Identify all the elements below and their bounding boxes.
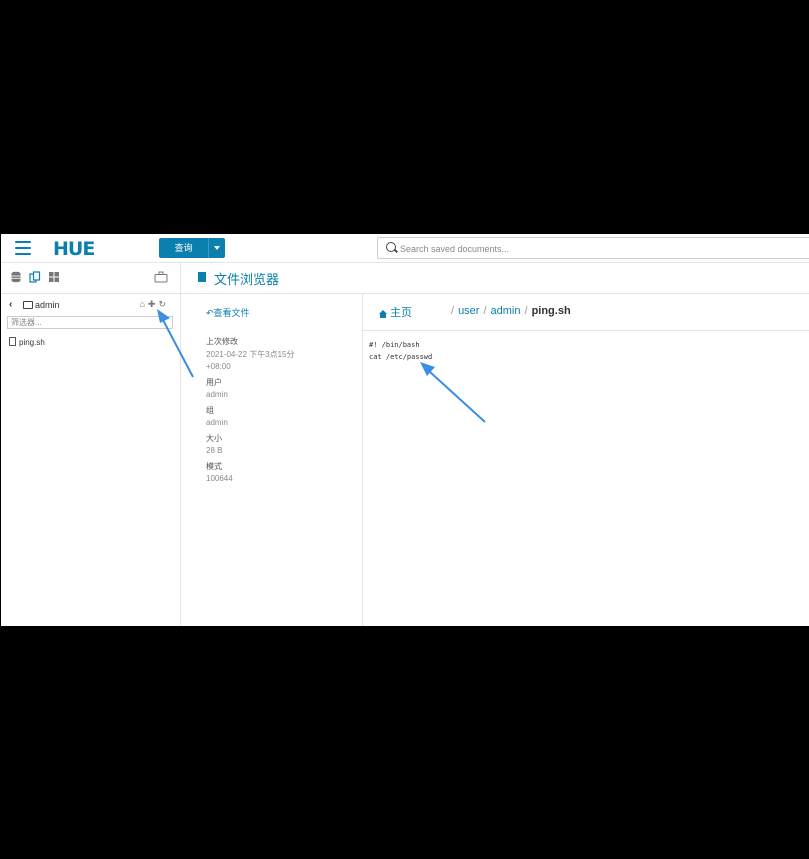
- breadcrumb-path: / user / admin / ping.sh: [447, 305, 571, 317]
- meta-label-size: 大小: [206, 433, 222, 443]
- search-icon: [386, 242, 396, 252]
- meta-value-modified: 2021-04-22 下午3点15分 +08:00: [206, 349, 295, 372]
- home-icon[interactable]: ⌂: [139, 299, 147, 309]
- breadcrumb-separator: /: [524, 305, 528, 317]
- back-chevron-icon[interactable]: ‹: [9, 299, 12, 310]
- file-content-viewer[interactable]: #! /bin/bash cat /etc/passwd: [363, 331, 809, 626]
- breadcrumb-home[interactable]: 主页: [379, 304, 412, 320]
- reply-arrow-icon: ↶: [206, 308, 214, 318]
- meta-label-group: 组: [206, 405, 214, 415]
- metadata-list: 上次修改 2021-04-22 下午3点15分 +08:00 用户 admin …: [206, 336, 356, 489]
- file-list-item[interactable]: ping.sh: [9, 337, 45, 347]
- hue-logo: HUE: [53, 238, 95, 260]
- query-dropdown-toggle[interactable]: [209, 238, 225, 258]
- file-content: #! /bin/bash cat /etc/passwd: [369, 339, 432, 363]
- search-input[interactable]: [398, 240, 802, 257]
- breadcrumb-home-label[interactable]: 主页: [390, 307, 412, 319]
- home-icon: [379, 310, 387, 318]
- file-icon: [198, 272, 206, 282]
- content-line-2: cat /etc/passwd: [369, 353, 433, 361]
- query-button[interactable]: 查询: [159, 238, 225, 258]
- meta-value-size: 28 B: [206, 446, 223, 455]
- file-metadata-panel: ↶查看文件 上次修改 2021-04-22 下午3点15分 +08:00 用户 …: [181, 294, 363, 626]
- grid-icon[interactable]: [48, 271, 60, 283]
- filter-input[interactable]: [7, 316, 173, 329]
- breadcrumb-separator: /: [483, 305, 487, 317]
- assist-icon-bar: [1, 263, 180, 294]
- file-name[interactable]: ping.sh: [19, 338, 45, 347]
- breadcrumb-current-file: ping.sh: [531, 305, 571, 317]
- file-browser-header: 文件浏览器: [181, 263, 809, 294]
- meta-value-group: admin: [206, 418, 228, 427]
- meta-label-user: 用户: [206, 377, 222, 387]
- breadcrumb-segment-admin[interactable]: admin: [491, 305, 521, 317]
- breadcrumb: 主页 / user / admin / ping.sh: [363, 294, 809, 331]
- content-line-1: #! /bin/bash: [369, 341, 420, 349]
- folder-icon: [23, 301, 33, 309]
- documents-icon[interactable]: [29, 271, 41, 283]
- meta-value-user: admin: [206, 390, 228, 399]
- query-button-label[interactable]: 查询: [159, 238, 210, 258]
- view-file-label[interactable]: 查看文件: [214, 308, 250, 318]
- page-title: 文件浏览器: [214, 272, 280, 287]
- folder-tools: ⌂✚↻: [139, 299, 169, 310]
- breadcrumb-separator: /: [451, 305, 455, 317]
- top-bar: HUE 查询: [1, 234, 809, 263]
- folder-path-row: ‹ admin ⌂✚↻: [9, 299, 175, 313]
- plus-icon[interactable]: ✚: [148, 299, 159, 309]
- meta-label-modified: 上次修改: [206, 337, 238, 346]
- view-file-link[interactable]: ↶查看文件: [206, 306, 250, 319]
- hamburger-menu-icon[interactable]: [15, 241, 31, 255]
- left-assist-panel: ‹ admin ⌂✚↻ ping.sh: [1, 263, 181, 626]
- meta-label-mode: 模式: [206, 461, 222, 471]
- file-icon: [9, 337, 16, 346]
- breadcrumb-segment-user[interactable]: user: [458, 305, 479, 317]
- search-box[interactable]: [377, 237, 809, 259]
- hue-window: HUE 查询 ‹ admin: [1, 234, 809, 626]
- meta-value-mode: 100644: [206, 474, 233, 483]
- briefcase-icon[interactable]: [154, 271, 168, 283]
- database-icon[interactable]: [10, 271, 22, 283]
- chevron-down-icon: [214, 246, 221, 250]
- current-folder-name[interactable]: admin: [35, 300, 60, 310]
- refresh-icon[interactable]: ↻: [158, 299, 169, 309]
